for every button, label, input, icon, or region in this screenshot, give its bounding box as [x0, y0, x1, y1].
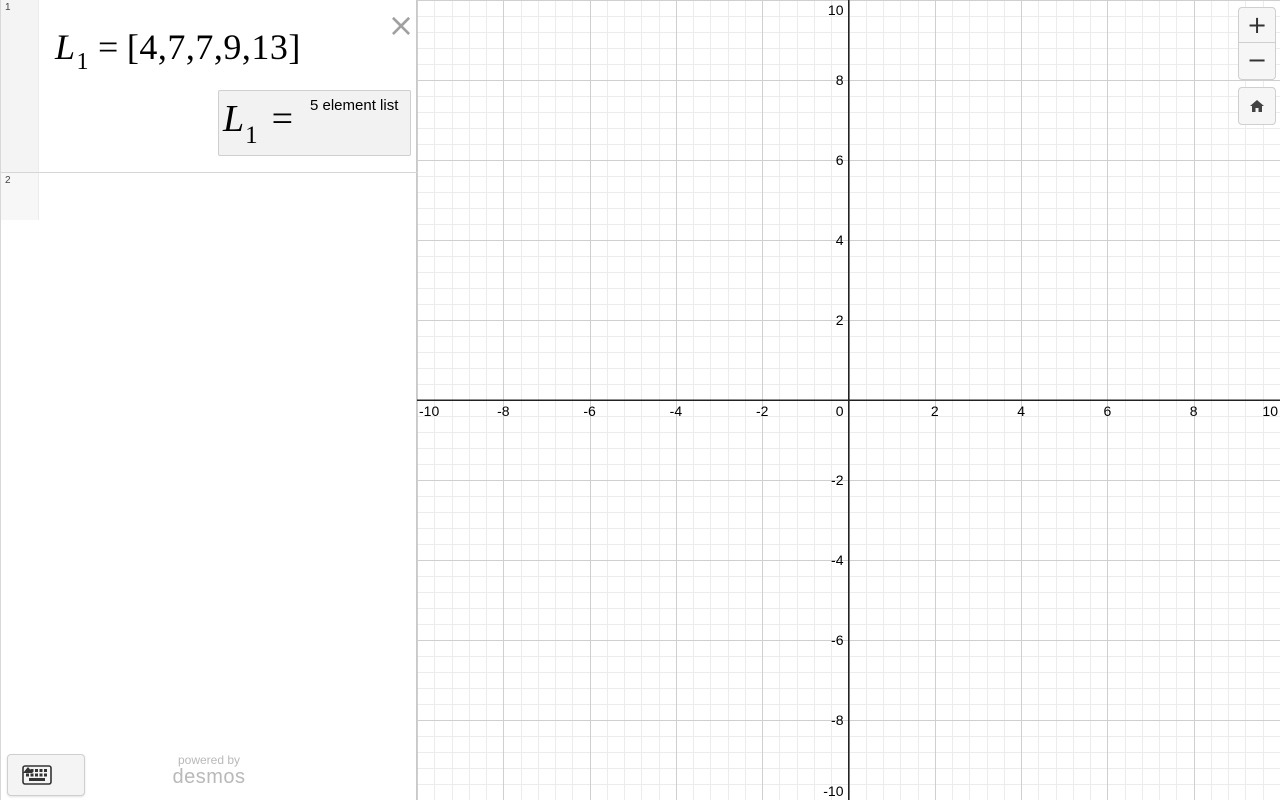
- minus-icon: −: [1246, 46, 1268, 74]
- evaluation-text: 5 element list: [310, 97, 399, 114]
- close-icon[interactable]: ×: [387, 9, 415, 41]
- x-tick-label: 2: [931, 403, 939, 419]
- x-tick-label: 8: [1190, 403, 1198, 419]
- origin-label: 0: [836, 403, 844, 419]
- y-tick-label: -10: [823, 783, 843, 799]
- expression-gutter[interactable]: 1: [1, 0, 39, 172]
- x-tick-label: 4: [1017, 403, 1025, 419]
- y-tick-label: -4: [831, 552, 844, 568]
- x-tick-label: -6: [583, 403, 596, 419]
- keypad-toggle-button[interactable]: [7, 754, 85, 796]
- desmos-branding[interactable]: powered by desmos: [169, 754, 249, 788]
- evaluation-box: L1 = 5 element list: [218, 90, 411, 156]
- graph-canvas[interactable]: -10 -8 -6 -4 -2 2 4 6 8 10 0 10 8 6 4 2 -2 -4 -6 -8 -10: [417, 0, 1280, 800]
- expression-item-empty[interactable]: 2: [1, 173, 417, 220]
- plus-icon: +: [1246, 11, 1268, 39]
- evaluation-variable: L: [223, 98, 245, 140]
- expression-index: 2: [5, 175, 11, 186]
- evaluation-subscript: 1: [245, 122, 258, 149]
- y-tick-label: -2: [831, 472, 844, 488]
- expression-list: 1 L1 = [4,7,7,9,13] × L1 = 5 element list 2…: [0, 0, 417, 800]
- home-icon: [1250, 100, 1264, 112]
- x-tick-label: -4: [670, 403, 683, 419]
- caret-up-icon: [23, 767, 33, 773]
- x-tick-label: -2: [756, 403, 769, 419]
- expression-input[interactable]: L1 = [4,7,7,9,13]: [55, 26, 301, 75]
- zoom-in-button[interactable]: +: [1238, 7, 1276, 43]
- expression-list-value: [4,7,7,9,13]: [126, 27, 301, 67]
- expression-subscript: 1: [76, 49, 90, 75]
- x-tick-label: 10: [1262, 403, 1278, 419]
- expression-equals: =: [98, 27, 119, 67]
- y-tick-label: -6: [831, 632, 844, 648]
- graph-paper[interactable]: -10 -8 -6 -4 -2 2 4 6 8 10 0 10 8 6 4 2 -2 -4 -6 -8 -10: [417, 0, 1280, 800]
- x-tick-label: -10: [419, 403, 439, 419]
- y-tick-label: 4: [836, 232, 844, 248]
- x-tick-label: -8: [497, 403, 510, 419]
- evaluation-lhs: L1 =: [223, 97, 294, 149]
- y-tick-label: 8: [836, 72, 844, 88]
- desmos-logo: desmos: [172, 766, 246, 788]
- axes: [417, 0, 1280, 800]
- y-tick-label: 6: [836, 152, 844, 168]
- expression-index: 1: [5, 2, 11, 13]
- y-tick-label: 2: [836, 312, 844, 328]
- evaluation-equals: =: [271, 98, 294, 140]
- y-tick-label: 10: [828, 2, 844, 18]
- expression-gutter[interactable]: 2: [1, 173, 39, 220]
- default-viewport-button[interactable]: [1238, 87, 1276, 125]
- zoom-out-button[interactable]: −: [1238, 43, 1276, 80]
- y-tick-label: -8: [831, 712, 844, 728]
- x-tick-label: 6: [1104, 403, 1112, 419]
- expression-item[interactable]: 1 L1 = [4,7,7,9,13] × L1 = 5 element list: [1, 0, 417, 173]
- expression-variable: L: [55, 27, 76, 67]
